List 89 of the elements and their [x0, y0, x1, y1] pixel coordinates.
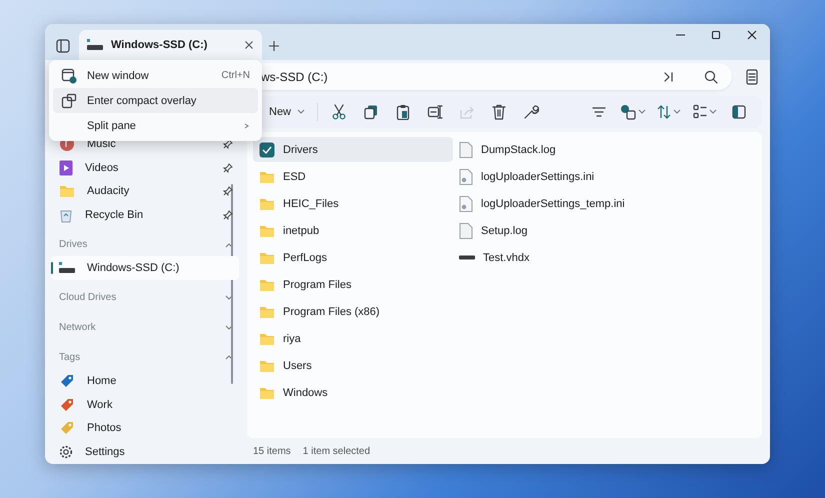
- pin-icon: [223, 162, 233, 173]
- caret-icon: [297, 109, 306, 115]
- file-item[interactable]: logUploaderSettings.ini: [453, 164, 653, 189]
- trash-icon: [492, 104, 506, 120]
- filter-icon: [592, 107, 606, 117]
- file-item[interactable]: riya: [253, 326, 453, 351]
- close-icon: [747, 30, 757, 40]
- scissors-icon: [332, 104, 346, 120]
- folder-icon: [259, 332, 275, 346]
- menu-item[interactable]: Split pane: [53, 113, 258, 138]
- disk-image-icon: [459, 254, 475, 260]
- document-icon: [459, 222, 473, 238]
- expand-icon: [225, 294, 233, 301]
- menu-item[interactable]: Enter compact overlay: [53, 88, 258, 113]
- file-item[interactable]: Drivers: [253, 137, 453, 162]
- file-item[interactable]: logUploaderSettings_temp.ini: [453, 191, 653, 216]
- file-item[interactable]: ESD: [253, 164, 453, 189]
- pane-icon: [732, 105, 746, 119]
- folder-icon: [259, 170, 275, 184]
- rename-icon: [427, 104, 444, 120]
- sidebar-item[interactable]: Videos: [51, 156, 239, 180]
- menu-item[interactable]: New window Ctrl+N: [53, 63, 258, 88]
- section-header[interactable]: Drives: [51, 232, 239, 256]
- sidebar-item[interactable]: Windows-SSD (C:): [51, 256, 239, 280]
- selection-count: 1 item selected: [302, 446, 370, 456]
- drive-icon: [87, 39, 103, 51]
- section-header[interactable]: Cloud Drives: [51, 286, 239, 310]
- folder-icon: [259, 386, 275, 400]
- tab[interactable]: Windows-SSD (C:): [79, 30, 262, 60]
- video-icon: [59, 160, 73, 176]
- folder-icon: [59, 184, 75, 198]
- folder-icon: [259, 250, 275, 264]
- new-window-icon: [61, 68, 77, 84]
- settings-button[interactable]: Settings: [51, 440, 239, 464]
- drive-icon: [59, 262, 75, 274]
- share-icon: [459, 104, 476, 120]
- folder-icon: [259, 196, 275, 210]
- checkbox-icon: [259, 142, 275, 158]
- caret-icon: [638, 109, 646, 115]
- submenu-caret-icon: [242, 122, 250, 128]
- pin-icon: [223, 210, 233, 220]
- file-item[interactable]: DumpStack.log: [453, 137, 653, 162]
- settings-file-icon: [459, 196, 473, 212]
- folder-icon: [259, 358, 275, 372]
- folder-icon: [259, 224, 275, 238]
- sidebar-item[interactable]: Recycle Bin: [51, 203, 239, 227]
- document-list-icon: [746, 68, 758, 84]
- file-item[interactable]: Windows: [253, 380, 453, 405]
- sort-icon: [657, 104, 671, 120]
- caret-icon: [709, 109, 717, 115]
- file-item[interactable]: Program Files: [253, 272, 453, 297]
- collapse-icon: [225, 354, 233, 360]
- file-item[interactable]: PerfLogs: [253, 245, 453, 270]
- settings-icon: [59, 445, 73, 460]
- close-icon[interactable]: [244, 40, 254, 50]
- overlay-icon: [61, 92, 77, 108]
- expand-icon: [225, 324, 233, 331]
- clipboard-icon: [396, 104, 410, 120]
- settings-file-icon: [459, 168, 473, 184]
- search-icon: [704, 70, 718, 84]
- item-count: 15 items: [253, 446, 291, 456]
- file-item[interactable]: HEIC_Files: [253, 191, 453, 216]
- sidebar-item[interactable]: Home: [51, 369, 239, 393]
- section-header[interactable]: Tags: [51, 346, 239, 370]
- sidebar-item[interactable]: Audacity: [51, 179, 239, 204]
- chevron-bar-icon: [664, 72, 674, 82]
- sidebar-item[interactable]: Photos: [51, 416, 239, 440]
- pin-icon: [223, 138, 233, 149]
- file-item[interactable]: Setup.log: [453, 218, 653, 243]
- list-view-icon: [693, 104, 707, 120]
- panel-icon: [56, 39, 70, 53]
- sidebar-item[interactable]: Work: [51, 392, 239, 417]
- file-item[interactable]: inetpub: [253, 218, 453, 243]
- plus-icon: [269, 41, 279, 51]
- file-item[interactable]: Test.vhdx: [453, 245, 653, 270]
- folder-icon: [259, 304, 275, 318]
- new-button[interactable]: New: [263, 99, 312, 125]
- maximize-icon: [711, 30, 721, 40]
- copy-icon: [364, 104, 378, 120]
- caret-icon: [673, 109, 681, 115]
- section-header[interactable]: Network: [51, 316, 239, 340]
- folder-icon: [259, 278, 275, 292]
- wrench-icon: [523, 104, 540, 120]
- file-item[interactable]: Program Files (x86): [253, 299, 453, 324]
- document-icon: [459, 142, 473, 158]
- tag-status-icon: [620, 104, 636, 120]
- file-item[interactable]: Users: [253, 353, 453, 378]
- pin-icon: [223, 186, 233, 196]
- collapse-icon: [225, 242, 233, 248]
